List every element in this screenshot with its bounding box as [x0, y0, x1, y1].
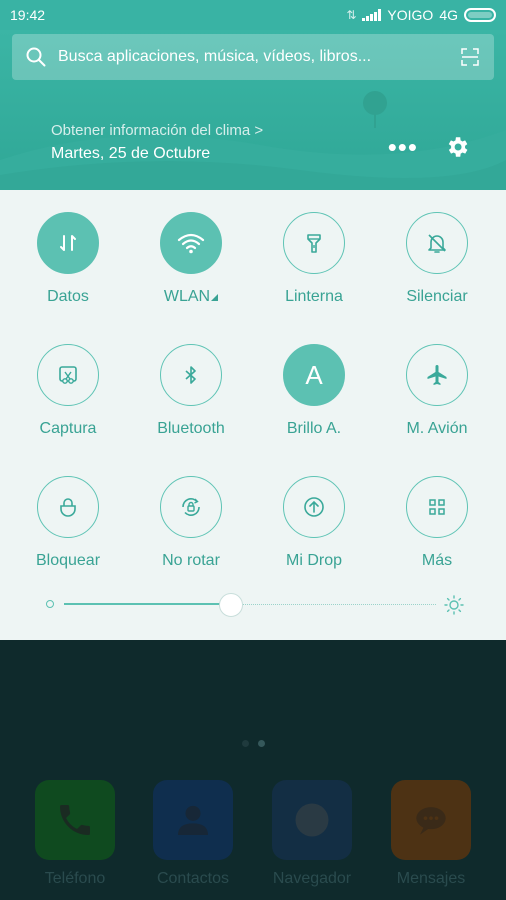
- slider-fill: [64, 603, 232, 605]
- weather-link[interactable]: Obtener información del clima >: [51, 122, 263, 139]
- tile-no-rotar[interactable]: No rotar: [131, 476, 251, 570]
- settings-gear-icon[interactable]: [444, 134, 470, 160]
- tile-mi-drop[interactable]: Mi Drop: [254, 476, 374, 570]
- app-telefono[interactable]: Teléfono: [20, 780, 130, 888]
- rotation-lock-icon: [160, 476, 222, 538]
- wifi-icon: [160, 212, 222, 274]
- tile-datos[interactable]: Datos: [8, 212, 128, 306]
- app-contactos[interactable]: Contactos: [138, 780, 248, 888]
- search-icon: [26, 47, 46, 67]
- messages-icon: [391, 780, 471, 860]
- tile-brillo[interactable]: A Brillo A.: [254, 344, 374, 438]
- tile-label: Linterna: [285, 288, 343, 305]
- page-dot-active: [258, 740, 265, 747]
- app-label: Mensajes: [396, 870, 466, 887]
- search-placeholder: Busca aplicaciones, música, vídeos, libr…: [58, 48, 372, 65]
- auto-brightness-glyph: A: [305, 359, 323, 390]
- search-bar[interactable]: Busca aplicaciones, música, vídeos, libr…: [12, 34, 494, 80]
- signal-icon: [362, 9, 382, 21]
- tile-bluetooth[interactable]: Bluetooth: [131, 344, 251, 438]
- data-activity-icon: ⇅: [346, 8, 357, 22]
- screenshot-icon: [37, 344, 99, 406]
- tile-avion[interactable]: M. Avión: [377, 344, 497, 438]
- carrier-name: YOIGO: [387, 7, 434, 23]
- grid-icon: [406, 476, 468, 538]
- lock-icon: [37, 476, 99, 538]
- contacts-icon: [153, 780, 233, 860]
- auto-brightness-icon: A: [283, 344, 345, 406]
- tile-wlan[interactable]: WLAN: [131, 212, 251, 306]
- bluetooth-icon: [160, 344, 222, 406]
- battery-icon: [464, 8, 496, 22]
- header-actions: •••: [388, 134, 470, 160]
- app-mensajes[interactable]: Mensajes: [376, 780, 486, 888]
- tile-linterna[interactable]: Linterna: [254, 212, 374, 306]
- expand-triangle-icon: [211, 294, 219, 301]
- upload-icon: [283, 476, 345, 538]
- status-indicators: ⇅ YOIGO 4G: [346, 7, 496, 23]
- brightness-high-icon: [444, 595, 464, 615]
- tile-label: M. Avión: [406, 420, 468, 437]
- network-type: 4G: [439, 7, 458, 23]
- page-dot: [242, 740, 249, 747]
- tile-mas[interactable]: Más: [377, 476, 497, 570]
- brightness-low-icon: [46, 600, 54, 608]
- tile-label: Bluetooth: [157, 420, 225, 437]
- tile-label: Brillo A.: [286, 420, 342, 437]
- quick-settings-panel: Datos WLAN Linterna Silenciar Captura Bl…: [0, 190, 506, 640]
- tile-silenciar[interactable]: Silenciar: [377, 212, 497, 306]
- tile-captura[interactable]: Captura: [8, 344, 128, 438]
- app-label: Contactos: [156, 870, 230, 887]
- weather-widget[interactable]: Obtener información del clima > Martes, …: [51, 122, 263, 163]
- notification-header: Busca aplicaciones, música, vídeos, libr…: [0, 30, 506, 190]
- browser-icon: [272, 780, 352, 860]
- scan-icon[interactable]: [460, 47, 480, 67]
- slider-track: [231, 604, 436, 605]
- tile-label: Más: [421, 552, 453, 569]
- tile-label: Captura: [39, 420, 97, 437]
- slider-thumb[interactable]: [219, 593, 244, 617]
- tile-label: No rotar: [162, 552, 220, 569]
- tile-label: Datos: [47, 288, 89, 305]
- status-bar: 19:42 ⇅ YOIGO 4G: [0, 0, 506, 30]
- page-indicator: [242, 740, 265, 747]
- status-time: 19:42: [10, 7, 46, 23]
- bell-off-icon: [406, 212, 468, 274]
- data-transfer-icon: [37, 212, 99, 274]
- app-navegador[interactable]: Navegador: [257, 780, 367, 888]
- tile-label: Mi Drop: [285, 552, 342, 569]
- tile-label: Bloquear: [35, 552, 101, 569]
- tile-label: WLAN: [163, 288, 211, 305]
- more-icon[interactable]: •••: [388, 134, 418, 160]
- app-label: Teléfono: [44, 870, 106, 887]
- brightness-slider[interactable]: [40, 593, 466, 617]
- app-label: Navegador: [272, 870, 352, 887]
- airplane-icon: [406, 344, 468, 406]
- phone-icon: [35, 780, 115, 860]
- tile-label: Silenciar: [406, 288, 468, 305]
- flashlight-icon: [283, 212, 345, 274]
- date-text: Martes, 25 de Octubre: [51, 145, 211, 162]
- tile-bloquear[interactable]: Bloquear: [8, 476, 128, 570]
